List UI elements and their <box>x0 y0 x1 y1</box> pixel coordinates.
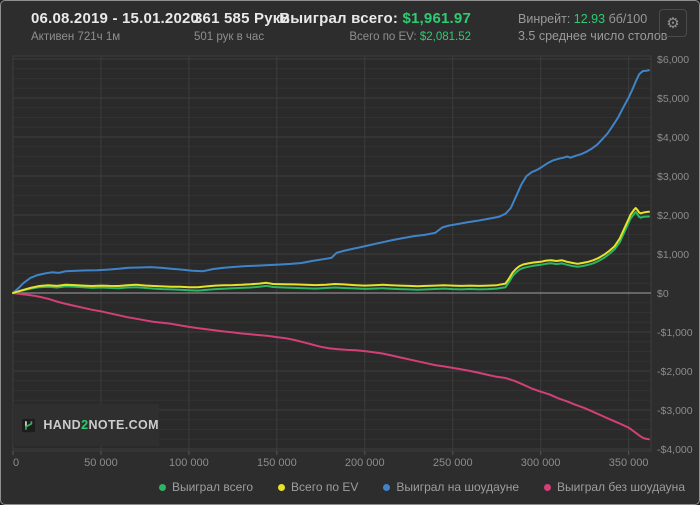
y-axis-label: $3,000 <box>657 171 689 183</box>
y-axis-label: -$3,000 <box>657 405 693 417</box>
hand2note-h-icon <box>22 418 36 432</box>
hands-total: 361 585 Руки <box>194 10 290 27</box>
y-axis-label: $5,000 <box>657 93 689 105</box>
x-axis-label: 200 000 <box>345 457 385 468</box>
y-axis-label: -$4,000 <box>657 444 693 456</box>
avg-tables: 3.5 среднее число столов <box>518 29 668 43</box>
hand2note-logo-text: HAND2NOTE.COM <box>43 418 159 432</box>
legend-item-total-won[interactable]: Выиграл всего <box>158 480 254 494</box>
legend-label: Выиграл всего <box>171 480 254 494</box>
date-range-block: 06.08.2019 - 15.01.2020 Активен 721ч 1м <box>31 10 199 43</box>
x-axis-label: 250 000 <box>433 457 473 468</box>
showdown-dot-icon <box>383 483 391 491</box>
hands-block: 361 585 Руки 501 рук в час <box>194 10 290 43</box>
winrate-value: 12.93 <box>573 12 606 26</box>
chart-legend: Выиграл всего Всего по EV Выиграл на шоуда… <box>158 477 685 497</box>
legend-item-showdown[interactable]: Выиграл на шоудауне <box>383 480 519 494</box>
x-axis-label: 150 000 <box>257 457 297 468</box>
total-won-dot-icon <box>158 483 166 491</box>
y-axis-label: $2,000 <box>657 210 689 222</box>
legend-label: Выиграл без шоудауна <box>557 480 685 494</box>
winnings-block: Выиграл всего: $1,961.97 Всего по EV: $2… <box>279 10 471 43</box>
winrate-block: Винрейт: 12.93 бб/100 3.5 среднее число … <box>518 12 667 43</box>
hand2note-graph-window: 06.08.2019 - 15.01.2020 Активен 721ч 1м … <box>0 0 700 505</box>
legend-label: Выиграл на шоудауне <box>396 480 519 494</box>
settings-button[interactable]: ⚙ <box>659 9 687 37</box>
x-axis-label: 50 000 <box>84 457 118 468</box>
ev-dot-icon <box>278 483 286 491</box>
x-axis-label: 350 000 <box>609 457 649 468</box>
x-axis-label: 100 000 <box>169 457 209 468</box>
x-axis-label: 0 <box>13 457 19 468</box>
x-axis-label: 300 000 <box>521 457 561 468</box>
y-axis-label: $0 <box>657 288 669 300</box>
y-axis-label: $6,000 <box>657 54 689 66</box>
gear-icon: ⚙ <box>666 15 680 32</box>
ev-total-value: $2,081.52 <box>419 31 471 43</box>
y-axis-label: -$1,000 <box>657 327 693 339</box>
winrate-label: Винрейт: <box>518 12 571 26</box>
ev-total-label: Всего по EV: <box>349 31 417 43</box>
legend-item-ev[interactable]: Всего по EV <box>278 480 358 494</box>
hand2note-logo: HAND2NOTE.COM <box>13 404 159 446</box>
won-total-value: $1,961.97 <box>402 10 471 27</box>
non-showdown-dot-icon <box>544 483 551 491</box>
active-time: Активен 721ч 1м <box>31 31 121 43</box>
winrate-units: бб/100 <box>608 12 648 26</box>
y-axis-label: $4,000 <box>657 132 689 144</box>
y-axis-label: -$2,000 <box>657 366 693 378</box>
won-total-label: Выиграл всего: <box>279 10 399 27</box>
y-axis-label: $1,000 <box>657 249 689 261</box>
legend-label: Всего по EV <box>291 480 359 494</box>
hands-per-hour: 501 рук в час <box>194 31 265 43</box>
date-range: 06.08.2019 - 15.01.2020 <box>31 10 200 27</box>
legend-item-non-showdown[interactable]: Выиграл без шоудауна <box>544 480 685 494</box>
